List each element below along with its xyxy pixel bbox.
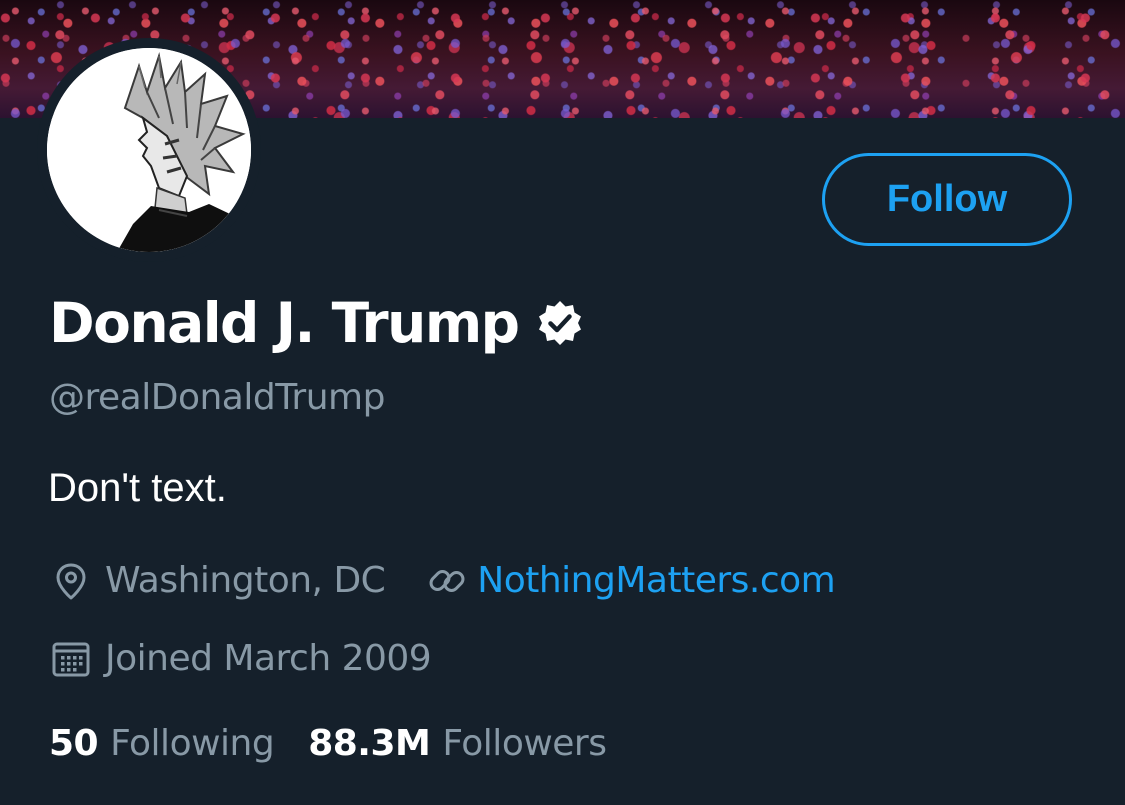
display-name: Donald J. Trump	[49, 291, 520, 355]
location-pin-icon	[51, 561, 91, 601]
link-icon	[427, 561, 467, 601]
followers-stat[interactable]: 88.3M Followers	[308, 721, 607, 767]
follow-button[interactable]: Follow	[822, 153, 1072, 246]
verified-badge-icon	[536, 299, 584, 347]
profile-header: Follow Donald J. Trump @realDonaldTrump …	[0, 0, 1125, 805]
profile-stats: 50 Following 88.3M Followers	[49, 721, 607, 767]
profile-location: Washington, DC	[105, 560, 386, 601]
following-label: Following	[110, 723, 275, 764]
avatar[interactable]	[47, 48, 251, 252]
profile-meta-location-website: Washington, DC NothingMatters.com	[51, 558, 836, 604]
name-row: Donald J. Trump	[49, 290, 584, 356]
following-stat[interactable]: 50 Following	[49, 721, 275, 767]
profile-bio: Don't text.	[48, 466, 227, 510]
profile-joined-date: Joined March 2009	[105, 638, 432, 679]
profile-handle: @realDonaldTrump	[49, 377, 385, 418]
avatar-illustration	[47, 48, 251, 252]
profile-website-text[interactable]: NothingMatters.com	[477, 558, 835, 604]
profile-website-link[interactable]: NothingMatters.com	[427, 558, 836, 604]
followers-label: Followers	[442, 723, 607, 764]
following-count: 50	[49, 723, 99, 764]
calendar-icon	[51, 639, 91, 679]
followers-count: 88.3M	[308, 723, 431, 764]
profile-meta-joined: Joined March 2009	[51, 636, 432, 682]
